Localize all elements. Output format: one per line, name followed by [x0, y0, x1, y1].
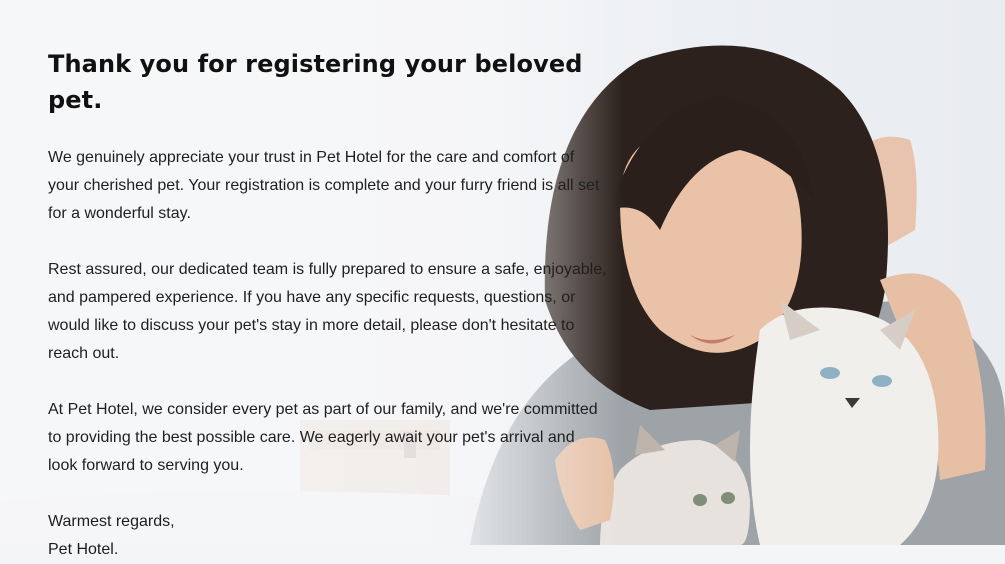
paragraph-appreciation: We genuinely appreciate your trust in Pe… [48, 149, 600, 222]
paragraph-assurance: Rest assured, our dedicated team is full… [48, 261, 607, 362]
closing-text: Warmest regards, [48, 513, 175, 530]
confirmation-message: Thank you for registering your beloved p… [48, 46, 608, 564]
paragraph-family: At Pet Hotel, we consider every pet as p… [48, 401, 598, 474]
page-title: Thank you for registering your beloved p… [48, 50, 583, 114]
signature-text: Pet Hotel. [48, 541, 119, 558]
